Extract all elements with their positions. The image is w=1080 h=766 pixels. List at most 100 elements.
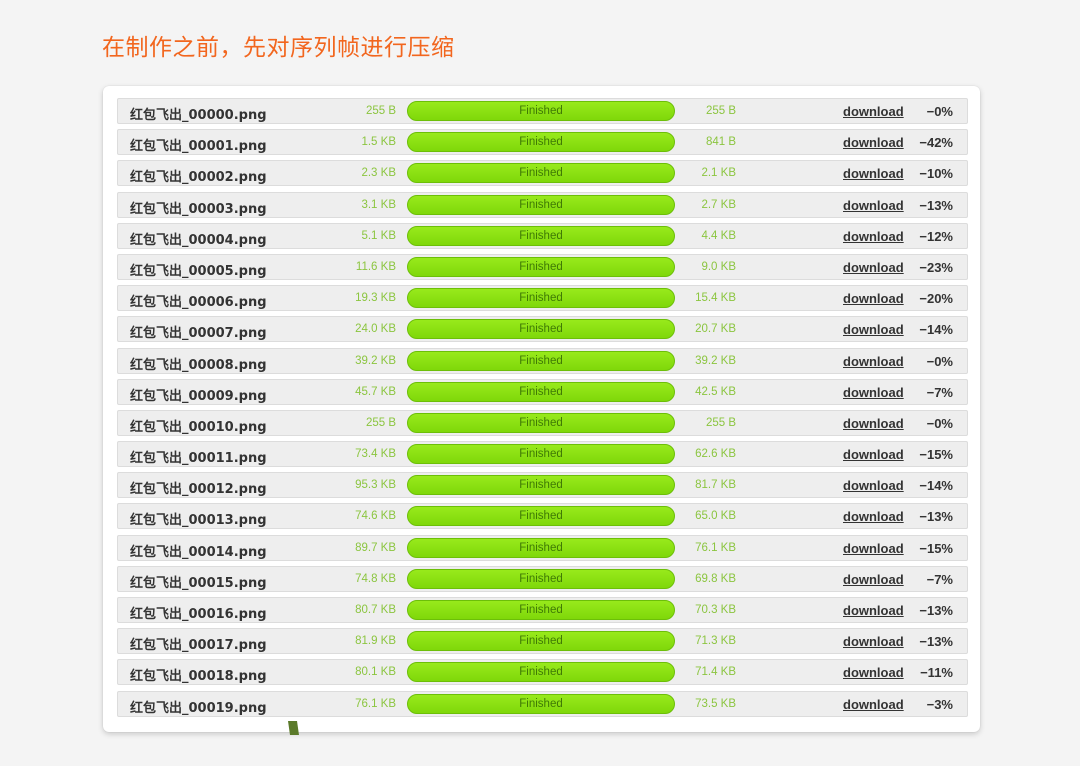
progress-bar: Finished — [407, 351, 675, 371]
file-row: 红包飞出_00009.png45.7 KBFinished42.5 KBdown… — [117, 379, 968, 405]
file-row: 红包飞出_00016.png80.7 KBFinished70.3 KBdown… — [117, 597, 968, 623]
download-link[interactable]: download — [843, 541, 904, 556]
original-size: 74.8 KB — [355, 573, 396, 585]
file-name: 红包飞出_00011.png — [130, 447, 267, 466]
compressed-size: 81.7 KB — [695, 479, 736, 491]
download-link[interactable]: download — [843, 385, 904, 400]
download-link[interactable]: download — [843, 603, 904, 618]
progress-bar: Finished — [407, 132, 675, 152]
size-reduction: −7% — [927, 385, 953, 400]
progress-bar: Finished — [407, 288, 675, 308]
original-size: 80.7 KB — [355, 604, 396, 616]
file-name: 红包飞出_00013.png — [130, 509, 267, 528]
progress-bar: Finished — [407, 475, 675, 495]
file-row: 红包飞出_00017.png81.9 KBFinished71.3 KBdown… — [117, 628, 968, 654]
original-size: 11.6 KB — [356, 261, 396, 273]
download-link[interactable]: download — [843, 697, 904, 712]
original-size: 81.9 KB — [355, 635, 396, 647]
progress-bar: Finished — [407, 319, 675, 339]
file-row: 红包飞出_00019.png 76.1 KB Finished 73.5 KB down… — [117, 691, 968, 717]
download-link[interactable]: download — [843, 509, 904, 524]
size-reduction: −13% — [919, 509, 953, 524]
download-link[interactable]: download — [843, 322, 904, 337]
progress-bar: Finished — [407, 226, 675, 246]
file-name: 红包飞出_00018.png — [130, 665, 267, 684]
size-reduction: −15% — [919, 447, 953, 462]
size-reduction: −23% — [919, 260, 953, 275]
download-link[interactable]: download — [843, 416, 904, 431]
size-reduction: −13% — [919, 634, 953, 649]
file-name: 红包飞出_00010.png — [130, 416, 267, 435]
compressed-size: 69.8 KB — [695, 573, 736, 585]
progress-bar: Finished — [407, 444, 675, 464]
file-name: 红包飞出_00007.png — [130, 322, 267, 341]
file-row: 红包飞出_00008.png 39.2 KB Finished 39.2 KB down… — [117, 348, 968, 374]
original-size: 76.1 KB — [355, 698, 396, 710]
compressed-size: 255 B — [706, 417, 736, 429]
download-link[interactable]: download — [843, 572, 904, 587]
size-reduction: −10% — [919, 166, 953, 181]
original-size: 19.3 KB — [355, 292, 396, 304]
original-size: 80.1 KB — [355, 666, 396, 678]
compressed-size: 4.4 KB — [701, 230, 736, 242]
original-size: 24.0 KB — [355, 323, 396, 335]
size-reduction: −11% — [920, 665, 953, 680]
file-name: 红包飞出_00012.png — [130, 478, 267, 497]
compressed-size: 39.2 KB — [695, 355, 736, 367]
file-name: 红包飞出_00004.png — [130, 229, 267, 248]
size-reduction: −13% — [919, 198, 953, 213]
size-reduction: −14% — [919, 478, 953, 493]
file-row: 红包飞出_00014.png89.7 KBFinished76.1 KBdown… — [117, 535, 968, 561]
download-link[interactable]: download — [843, 478, 904, 493]
download-link[interactable]: download — [843, 665, 904, 680]
download-link[interactable]: download — [843, 447, 904, 462]
download-link[interactable]: download — [843, 260, 904, 275]
original-size: 89.7 KB — [355, 542, 396, 554]
size-reduction: −13% — [919, 603, 953, 618]
file-row: 红包飞出_00015.png74.8 KBFinished69.8 KBdown… — [117, 566, 968, 592]
file-name: 红包飞出_00014.png — [130, 541, 267, 560]
download-link[interactable]: download — [843, 634, 904, 649]
original-size: 73.4 KB — [355, 448, 396, 460]
download-link[interactable]: download — [843, 135, 904, 150]
compressed-size: 2.1 KB — [701, 167, 736, 179]
download-link[interactable]: download — [843, 229, 904, 244]
download-link[interactable]: download — [843, 291, 904, 306]
download-link[interactable]: download — [843, 198, 904, 213]
file-name: 红包飞出_00005.png — [130, 260, 267, 279]
compression-results-panel: 红包飞出_00000.png255 BFinished255 Bdownload… — [103, 86, 980, 732]
download-link[interactable]: download — [843, 104, 904, 119]
download-link[interactable]: download — [843, 354, 904, 369]
file-row: 红包飞出_00005.png11.6 KBFinished9.0 KBdownl… — [117, 254, 968, 280]
file-list: 红包飞出_00000.png255 BFinished255 Bdownload… — [117, 98, 968, 722]
size-reduction: −20% — [919, 291, 953, 306]
file-name: 红包飞出_00016.png — [130, 603, 267, 622]
compressed-size: 70.3 KB — [695, 604, 736, 616]
progress-bar: Finished — [407, 163, 675, 183]
size-reduction: −0% — [927, 416, 953, 431]
compressed-size: 2.7 KB — [701, 199, 736, 211]
original-size: 39.2 KB — [355, 355, 396, 367]
download-link[interactable]: download — [843, 166, 904, 181]
file-row: 红包飞出_00013.png74.6 KBFinished65.0 KBdown… — [117, 503, 968, 529]
progress-bar: Finished — [407, 694, 675, 714]
size-reduction: −12% — [919, 229, 953, 244]
original-size: 74.6 KB — [355, 510, 396, 522]
file-name: 红包飞出_00015.png — [130, 572, 267, 591]
compressed-size: 73.5 KB — [695, 698, 736, 710]
file-row: 红包飞出_00006.png19.3 KBFinished15.4 KBdown… — [117, 285, 968, 311]
original-size: 5.1 KB — [361, 230, 396, 242]
compressed-size: 65.0 KB — [695, 510, 736, 522]
compressed-size: 42.5 KB — [695, 386, 736, 398]
size-reduction: −0% — [927, 354, 953, 369]
page-heading: 在制作之前，先对序列帧进行压缩 — [102, 28, 455, 62]
original-size: 95.3 KB — [355, 479, 396, 491]
progress-bar: Finished — [407, 538, 675, 558]
file-name: 红包飞出_00019.png — [130, 697, 267, 716]
file-row: 红包飞出_00018.png80.1 KBFinished71.4 KBdown… — [117, 659, 968, 685]
original-size: 255 B — [366, 417, 396, 429]
file-name: 红包飞出_00008.png — [130, 354, 267, 373]
compressed-size: 15.4 KB — [695, 292, 736, 304]
progress-bar: Finished — [407, 662, 675, 682]
file-row: 红包飞出_00007.png24.0 KBFinished20.7 KBdown… — [117, 316, 968, 342]
